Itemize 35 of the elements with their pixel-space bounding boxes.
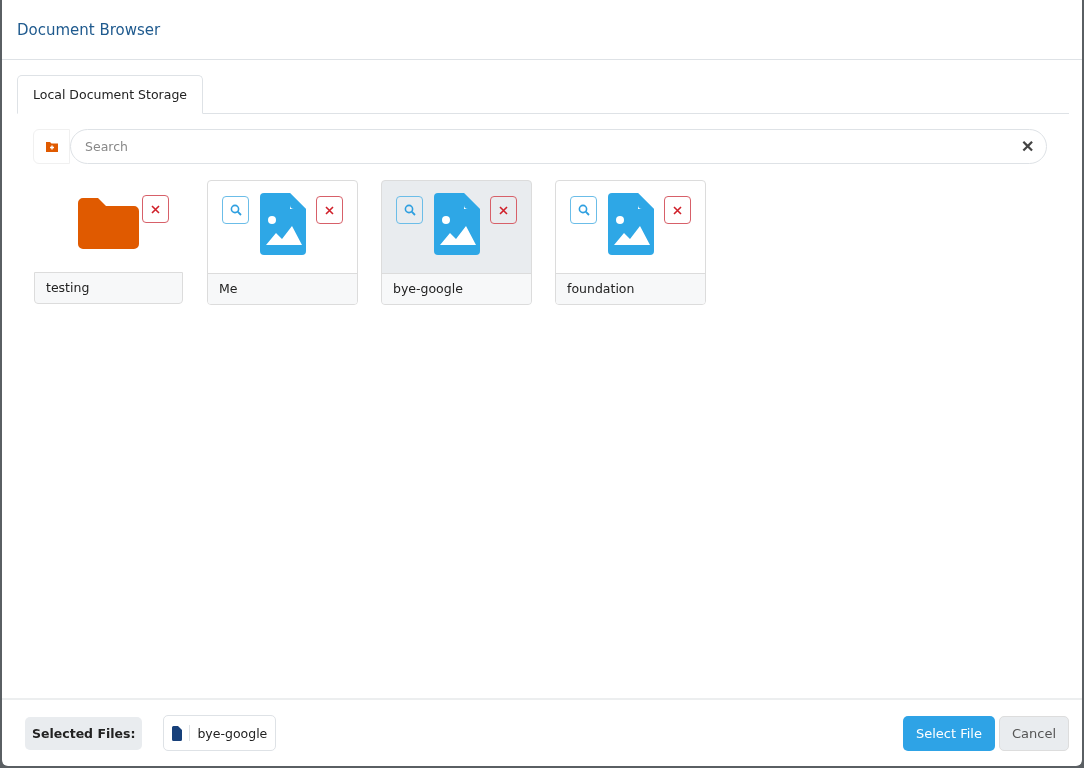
preview-button[interactable] <box>570 196 597 224</box>
folder-plus-icon <box>44 140 59 153</box>
item-name: Me <box>208 273 357 304</box>
cancel-button[interactable]: Cancel <box>998 715 1069 751</box>
item-name: bye-google <box>382 273 531 304</box>
image-file-icon <box>259 193 306 255</box>
close-icon <box>499 205 508 215</box>
image-file-icon <box>433 193 480 255</box>
search-icon <box>577 204 590 216</box>
delete-button[interactable] <box>142 195 169 223</box>
dialog-title: Document Browser <box>17 20 161 39</box>
delete-button[interactable] <box>664 196 691 224</box>
file-card[interactable]: foundation <box>555 180 706 305</box>
folder-icon <box>78 197 139 250</box>
close-icon <box>325 205 334 215</box>
item-name: foundation <box>556 273 705 304</box>
file-card[interactable]: Me <box>207 180 358 305</box>
file-card[interactable]: bye-google <box>381 180 532 305</box>
selected-file-chip[interactable]: bye-google <box>163 715 277 751</box>
document-icon <box>172 725 183 741</box>
selected-files-label: Selected Files: <box>25 716 143 750</box>
search-icon <box>229 204 242 216</box>
new-folder-button[interactable] <box>33 129 70 164</box>
close-icon <box>151 204 160 214</box>
clear-search-button[interactable]: ✕ <box>1021 137 1034 156</box>
delete-button[interactable] <box>490 196 517 224</box>
close-icon <box>673 205 682 215</box>
preview-button[interactable] <box>396 196 423 224</box>
storage-tab[interactable]: Local Document Storage <box>17 75 203 114</box>
delete-button[interactable] <box>316 196 343 224</box>
file-name: bye-google <box>197 725 268 741</box>
image-file-icon <box>607 193 654 255</box>
preview-button[interactable] <box>222 196 249 224</box>
search-icon <box>403 204 416 216</box>
item-name: testing <box>34 272 183 304</box>
